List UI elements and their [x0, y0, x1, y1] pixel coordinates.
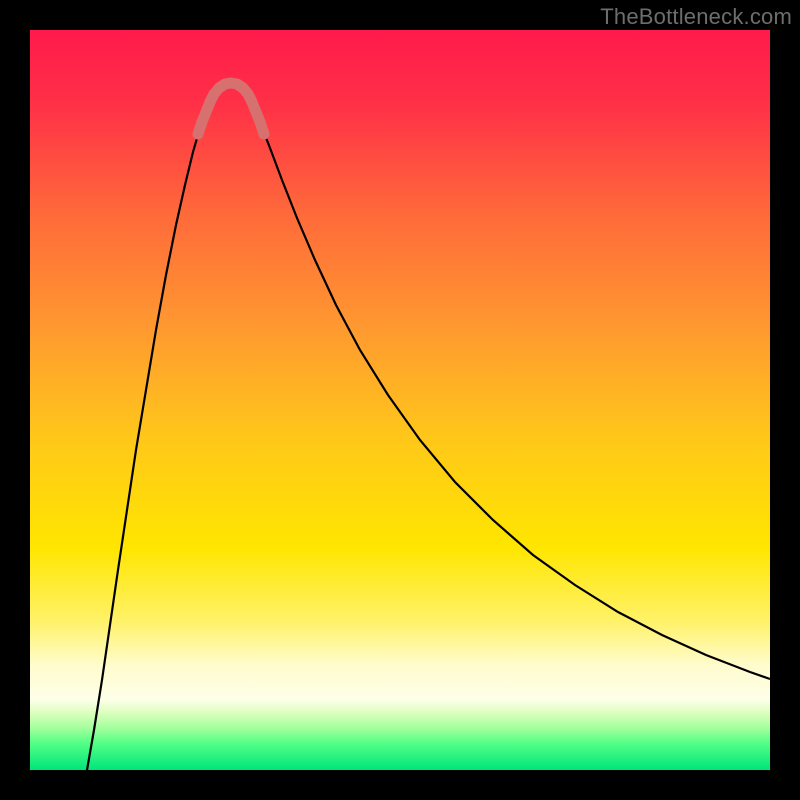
plot-area — [30, 30, 770, 770]
watermark-text: TheBottleneck.com — [600, 4, 792, 30]
chart-stage: TheBottleneck.com — [0, 0, 800, 800]
bottleneck-curve — [87, 84, 770, 770]
valley-highlight — [198, 83, 264, 134]
curve-layer — [30, 30, 770, 770]
